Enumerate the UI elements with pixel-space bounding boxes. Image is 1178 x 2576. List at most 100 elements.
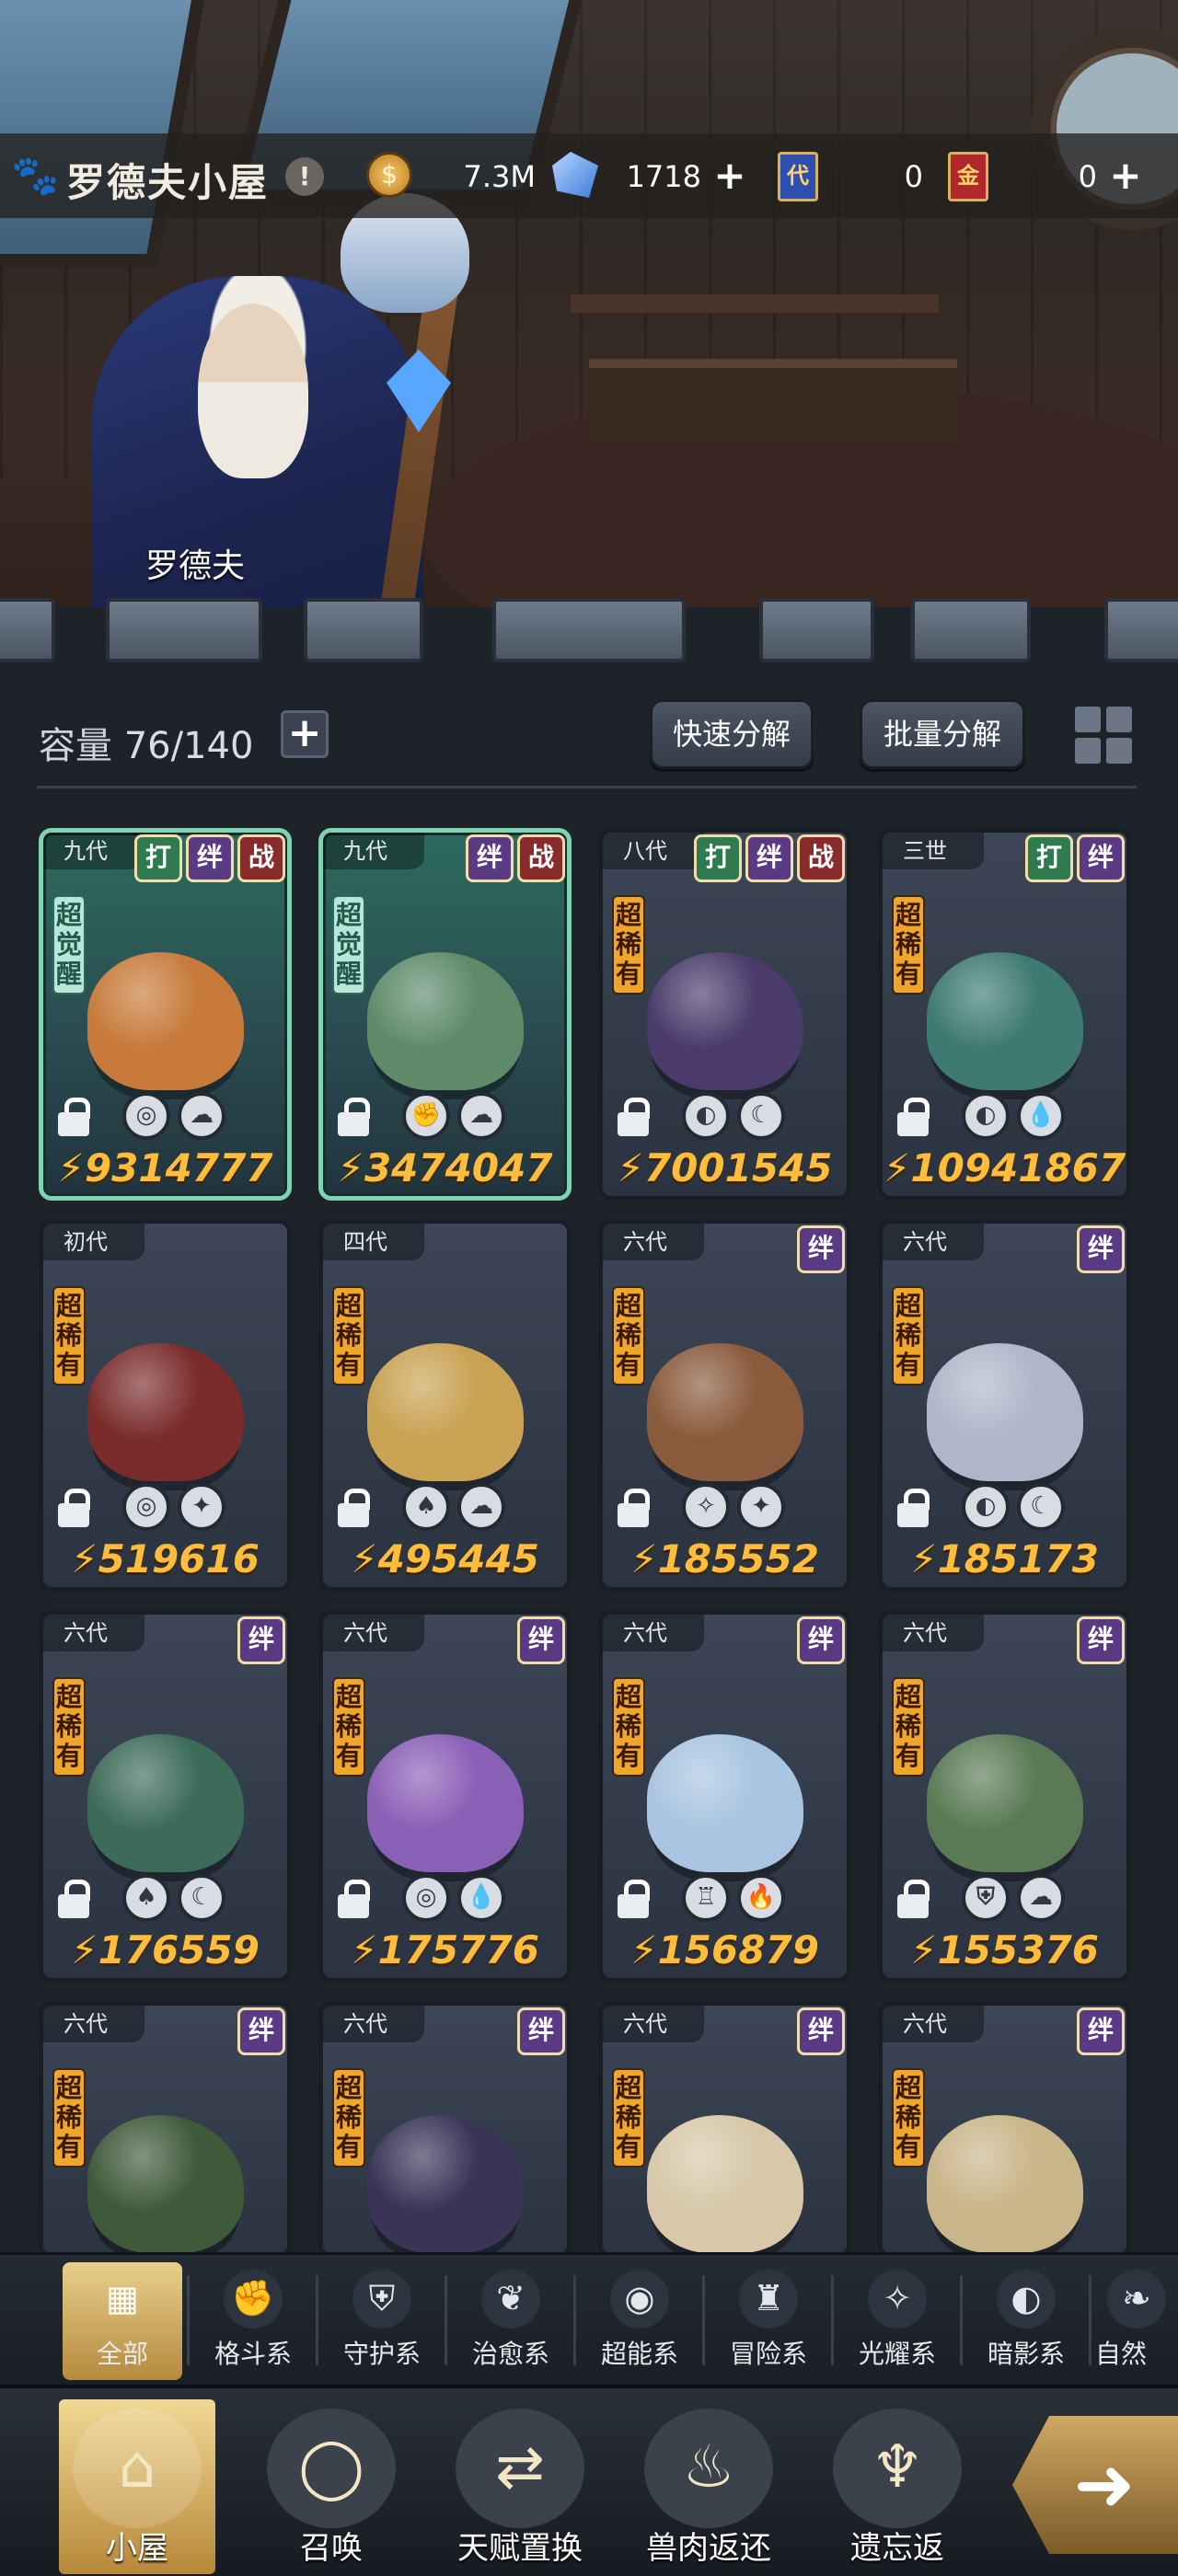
add-gems-button[interactable]: +: [709, 155, 751, 198]
generation-label: 初代: [43, 1224, 144, 1260]
category-fist[interactable]: ✊ 格斗系: [193, 2262, 313, 2380]
app-root: 罗德夫 🐾 罗德夫小屋 ! $ 7.3M 1718 + 代 0 金 0 + 容量…: [0, 0, 1178, 2576]
next-arrow-button[interactable]: ➜: [1012, 2416, 1178, 2554]
wall-block: [492, 598, 686, 662]
rarity-tag: 超稀有: [892, 2068, 925, 2168]
category-divider: [831, 2275, 834, 2365]
pet-card[interactable]: 六代 绊超稀有 ✧ ✦ ⚡185552: [598, 1219, 851, 1592]
lock-icon[interactable]: [56, 1098, 91, 1136]
lock-icon[interactable]: [616, 1489, 651, 1527]
trait-badge: 绊: [517, 1616, 565, 1664]
grid-view-icon[interactable]: [1071, 703, 1136, 767]
capacity-value: 76/140: [123, 725, 254, 767]
nav-swap[interactable]: ⇄ 天赋置换: [437, 2399, 603, 2574]
red-card-resource: 金 0 +: [948, 152, 1150, 201]
power-value: ⚡176559: [43, 1927, 287, 1972]
lock-icon[interactable]: [56, 1880, 91, 1918]
power-value: ⚡3474047: [323, 1145, 567, 1190]
rarity-tag: 超稀有: [52, 2068, 86, 2168]
nav-meat[interactable]: ♨ 兽肉返还: [626, 2399, 791, 2574]
generation-label: 六代: [323, 1615, 424, 1651]
badge-group: [283, 1224, 287, 1227]
pet-body-shape: [87, 1343, 244, 1482]
badge-group: 打绊战: [133, 833, 287, 884]
category-alien[interactable]: ◉ 超能系: [580, 2262, 699, 2380]
add-cards-button[interactable]: +: [1104, 155, 1147, 198]
house-scene: 罗德夫: [0, 0, 1178, 672]
lock-icon[interactable]: [336, 1098, 371, 1136]
pet-card[interactable]: 六代 绊超稀有: [318, 2001, 572, 2259]
pet-card[interactable]: 初代超稀有 ◎ ✦ ⚡519616: [39, 1219, 292, 1592]
trait-badge: 绊: [797, 1616, 845, 1664]
gold-resource: $ 7.3M: [366, 152, 541, 200]
power-icon: ⚡: [71, 1536, 98, 1581]
generation-label: 六代: [43, 2006, 144, 2042]
rarity-tag: 超稀有: [892, 1677, 925, 1777]
lock-icon[interactable]: [616, 1880, 651, 1918]
trait-badge: 打: [694, 834, 742, 882]
info-icon[interactable]: !: [285, 157, 324, 196]
trait-badge: 战: [517, 834, 565, 882]
batch-decompose-button[interactable]: 批量分解: [860, 699, 1025, 769]
pet-body-shape: [366, 1343, 524, 1482]
alien-icon: ◉: [610, 2270, 669, 2329]
pet-card[interactable]: 六代 绊超稀有 ◐ ☾ ⚡185173: [878, 1219, 1131, 1592]
category-divider: [573, 2275, 576, 2365]
rarity-tag: 超稀有: [332, 1677, 365, 1777]
nav-flame[interactable]: ♆ 遗忘返: [814, 2399, 980, 2574]
pet-card[interactable]: 九代打绊战超觉醒 ◎ ☁ ⚡9314777: [39, 828, 292, 1201]
category-tower[interactable]: ♜ 冒险系: [709, 2262, 828, 2380]
pet-card[interactable]: 六代 绊超稀有 ♖ 🔥 ⚡156879: [598, 1610, 851, 1983]
pet-card[interactable]: 六代 绊超稀有: [598, 2001, 851, 2259]
category-shield[interactable]: ⛨ 守护系: [322, 2262, 442, 2380]
pet-card[interactable]: 六代 绊超稀有: [39, 2001, 292, 2259]
badge-group: 绊: [795, 1615, 847, 1666]
rarity-tag: 超稀有: [332, 1286, 365, 1386]
lock-icon[interactable]: [895, 1880, 930, 1918]
trait-badge: 绊: [1077, 2007, 1125, 2055]
power-number: 156879: [657, 1927, 819, 1972]
pet-portrait: [646, 2115, 803, 2254]
element-icon: ☾: [737, 1092, 785, 1140]
swap-icon: ⇄: [456, 2409, 584, 2528]
category-label: 自然: [1095, 2339, 1148, 2369]
category-star-cross[interactable]: ✧ 光耀系: [837, 2262, 957, 2380]
pet-portrait: [366, 1343, 524, 1482]
pet-portrait: [366, 2115, 524, 2254]
nav-house[interactable]: ⌂ 小屋: [59, 2399, 215, 2574]
trait-badge: 绊: [517, 2007, 565, 2055]
rarity-tag: 超稀有: [52, 1677, 86, 1777]
add-capacity-button[interactable]: +: [281, 710, 329, 758]
category-all-blocks[interactable]: ▦ 全部: [63, 2262, 182, 2380]
pet-card[interactable]: 三世 打绊超稀有 ◐ 💧 ⚡10941867: [878, 828, 1131, 1201]
divider: [37, 786, 1137, 788]
category-leaf[interactable]: ❧ 自然: [1095, 2262, 1178, 2380]
pet-body-shape: [926, 952, 1083, 1091]
pet-card[interactable]: 六代 绊超稀有 ♠ ☾ ⚡176559: [39, 1610, 292, 1983]
element-icon: ☁: [1017, 1874, 1065, 1922]
power-value: ⚡155376: [883, 1927, 1126, 1972]
pet-card[interactable]: 九代 绊战超觉醒 ✊ ☁ ⚡3474047: [318, 828, 572, 1201]
category-shadow-eye[interactable]: ◐ 暗影系: [966, 2262, 1086, 2380]
nav-egg[interactable]: ◯ 召唤: [248, 2399, 414, 2574]
lock-icon[interactable]: [895, 1098, 930, 1136]
quick-decompose-button[interactable]: 快速分解: [650, 699, 814, 769]
category-sprout[interactable]: ❦ 治愈系: [451, 2262, 571, 2380]
lock-icon[interactable]: [895, 1489, 930, 1527]
lock-icon[interactable]: [616, 1098, 651, 1136]
power-icon: ⚡: [337, 1145, 364, 1190]
pet-card[interactable]: 六代 绊超稀有: [878, 2001, 1131, 2259]
lock-icon[interactable]: [56, 1489, 91, 1527]
trait-badge: 打: [1025, 834, 1073, 882]
pet-card[interactable]: 六代 绊超稀有 ◎ 💧 ⚡175776: [318, 1610, 572, 1983]
lock-icon[interactable]: [336, 1489, 371, 1527]
element-icon: 💧: [457, 1874, 505, 1922]
badge-group: 绊战: [464, 833, 567, 884]
pet-card[interactable]: 六代 绊超稀有 ⛨ ☁ ⚡155376: [878, 1610, 1131, 1983]
power-number: 10941867: [910, 1145, 1126, 1190]
pet-portrait: [87, 952, 244, 1091]
pet-card[interactable]: 八代打绊战超稀有 ◐ ☾ ⚡7001545: [598, 828, 851, 1201]
pet-card[interactable]: 四代超稀有 ♠ ☁ ⚡495445: [318, 1219, 572, 1592]
lock-icon[interactable]: [336, 1880, 371, 1918]
generation-label: 六代: [603, 2006, 704, 2042]
